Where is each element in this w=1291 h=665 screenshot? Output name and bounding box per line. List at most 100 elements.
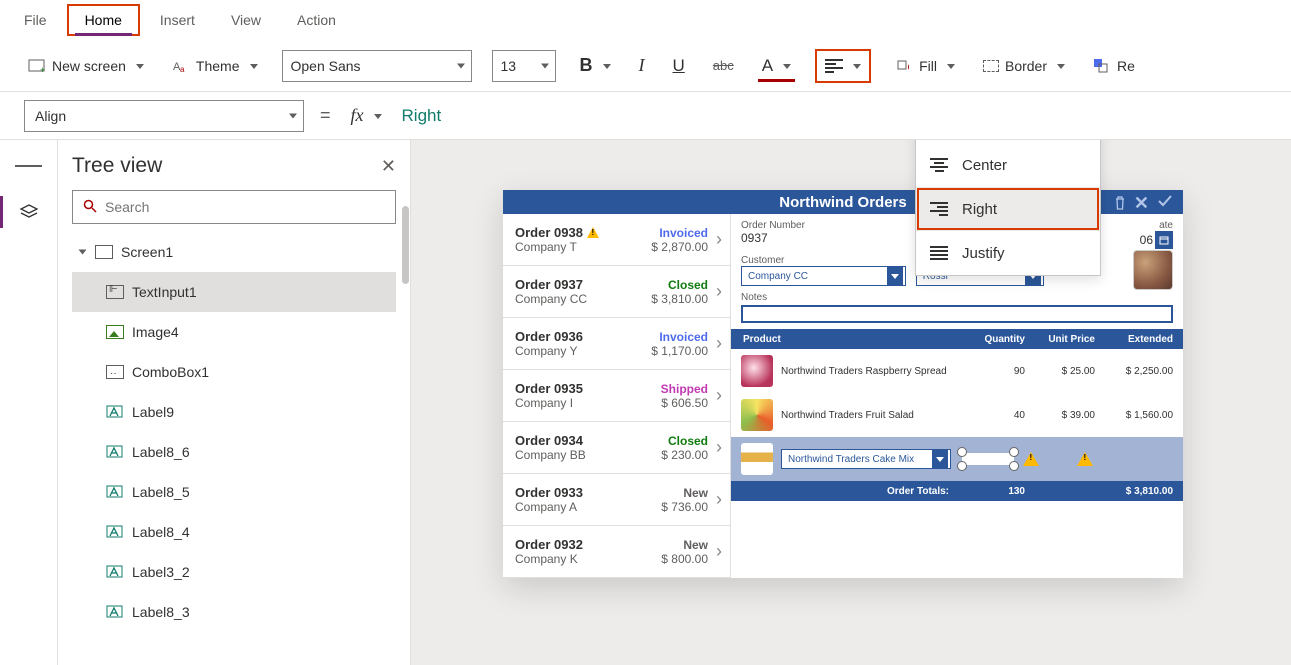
order-row[interactable]: Order 0938Company TInvoiced$ 2,870.00›: [503, 214, 730, 266]
order-row[interactable]: Order 0937Company CCClosed$ 3,810.00›: [503, 266, 730, 318]
tree-item-label: Image4: [132, 324, 179, 340]
order-row[interactable]: Order 0936Company YInvoiced$ 1,170.00›: [503, 318, 730, 370]
product-qty: 90: [965, 366, 1025, 377]
close-icon[interactable]: ✕: [381, 156, 396, 177]
new-product-row[interactable]: Northwind Traders Cake Mix: [731, 437, 1183, 481]
notes-input[interactable]: [741, 305, 1173, 323]
strikethrough-button[interactable]: abc: [709, 54, 738, 77]
menu-insert[interactable]: Insert: [144, 6, 211, 34]
menu-view[interactable]: View: [215, 6, 277, 34]
underline-button[interactable]: U: [669, 52, 689, 80]
border-label: Border: [1005, 58, 1047, 74]
chevron-down-icon: [289, 113, 297, 118]
fx-button[interactable]: fx: [347, 101, 386, 130]
align-center-option[interactable]: Center: [916, 143, 1100, 187]
product-name: Northwind Traders Fruit Salad: [781, 410, 965, 421]
formula-bar: Align = fx Right: [0, 92, 1291, 140]
calendar-icon[interactable]: [1155, 231, 1173, 249]
tree-item-label9[interactable]: Label9: [72, 392, 396, 432]
font-family-select[interactable]: Open Sans: [282, 50, 472, 82]
tree-item-label8-4[interactable]: Label8_4: [72, 512, 396, 552]
tree-item-label3-2[interactable]: Label3_2: [72, 552, 396, 592]
layers-icon: [19, 204, 39, 220]
theme-button[interactable]: Aa Theme: [168, 53, 262, 79]
tree-item-textinput1[interactable]: TextInput1: [72, 272, 396, 312]
canvas[interactable]: Left Center Right Justify Northwind Orde…: [411, 140, 1291, 665]
border-button[interactable]: Border: [979, 54, 1069, 78]
chevron-right-icon: ›: [716, 437, 722, 458]
fill-button[interactable]: Fill: [891, 53, 959, 79]
close-icon[interactable]: ✕: [1134, 193, 1149, 214]
chevron-down-icon: [132, 58, 144, 74]
search-input[interactable]: [105, 199, 385, 215]
product-row[interactable]: Northwind Traders Raspberry Spread90$ 25…: [731, 349, 1183, 393]
header-product: Product: [741, 334, 965, 345]
expand-icon[interactable]: [79, 250, 87, 255]
tree-item-label8-3[interactable]: Label8_3: [72, 592, 396, 632]
totals-qty: 130: [965, 486, 1025, 497]
property-select[interactable]: Align: [24, 100, 304, 132]
order-row[interactable]: Order 0933Company ANew$ 736.00›: [503, 474, 730, 526]
warning-icon: [587, 227, 599, 238]
align-option-label: Justify: [962, 245, 1005, 262]
tree-item-combobox1[interactable]: ComboBox1: [72, 352, 396, 392]
font-family-value: Open Sans: [291, 58, 361, 74]
image-icon: [106, 325, 124, 339]
align-justify-option[interactable]: Justify: [916, 231, 1100, 275]
label-icon: [106, 405, 124, 419]
chevron-right-icon: ›: [716, 385, 722, 406]
label-notes: Notes: [741, 292, 1173, 303]
align-dropdown: Left Center Right Justify: [915, 140, 1101, 276]
align-right-option[interactable]: Right: [916, 187, 1100, 231]
tree-item-screen1[interactable]: Screen1: [72, 232, 396, 272]
product-unit: $ 39.00: [1025, 410, 1095, 421]
header-qty: Quantity: [965, 334, 1025, 345]
hamburger-icon[interactable]: [15, 152, 43, 180]
order-row[interactable]: Order 0932Company KNew$ 800.00›: [503, 526, 730, 578]
text-align-button[interactable]: [815, 49, 871, 83]
font-color-button[interactable]: A: [758, 52, 795, 80]
chevron-down-icon: [1053, 58, 1065, 74]
search-icon: [83, 199, 97, 216]
menu-bar: File Home Insert View Action: [0, 0, 1291, 40]
font-size-select[interactable]: 13: [492, 50, 556, 82]
order-row[interactable]: Order 0934Company BBClosed$ 230.00›: [503, 422, 730, 474]
theme-label: Theme: [196, 58, 240, 74]
bold-button[interactable]: B: [576, 51, 615, 80]
products-list: Northwind Traders Raspberry Spread90$ 25…: [731, 349, 1183, 437]
border-icon: [983, 60, 999, 72]
product-name: Northwind Traders Raspberry Spread: [781, 366, 965, 377]
formula-value[interactable]: Right: [402, 106, 442, 126]
menu-file[interactable]: File: [8, 6, 63, 34]
orders-list[interactable]: Order 0938Company TInvoiced$ 2,870.00›Or…: [503, 214, 731, 578]
customer-select[interactable]: Company CC: [741, 266, 906, 286]
scrollbar-thumb[interactable]: [402, 206, 409, 284]
product-row[interactable]: Northwind Traders Fruit Salad40$ 39.00$ …: [731, 393, 1183, 437]
tree-item-image4[interactable]: Image4: [72, 312, 396, 352]
order-row[interactable]: Order 0935Company IShipped$ 606.50›: [503, 370, 730, 422]
theme-icon: Aa: [172, 57, 190, 75]
chevron-down-icon: [246, 58, 258, 74]
selection-handles[interactable]: [957, 449, 1019, 469]
menu-home[interactable]: Home: [67, 4, 140, 36]
product-image: [741, 443, 773, 475]
new-product-select[interactable]: Northwind Traders Cake Mix: [781, 449, 951, 469]
check-icon[interactable]: [1157, 194, 1173, 212]
combobox-icon: [106, 365, 124, 379]
menu-action[interactable]: Action: [281, 6, 352, 34]
color-bar: [758, 79, 795, 82]
chevron-down-icon: [541, 63, 549, 68]
tree-item-label8-5[interactable]: Label8_5: [72, 472, 396, 512]
new-screen-button[interactable]: + New screen: [24, 53, 148, 79]
tree-view-tab[interactable]: [15, 198, 43, 226]
fill-label: Fill: [919, 58, 937, 74]
tree-search-box[interactable]: [72, 190, 396, 224]
reorder-button[interactable]: Re: [1089, 53, 1139, 79]
product-ext: $ 1,560.00: [1095, 410, 1173, 421]
italic-button[interactable]: I: [635, 51, 649, 80]
trash-icon[interactable]: [1113, 195, 1127, 215]
tree-item-label8-6[interactable]: Label8_6: [72, 432, 396, 472]
totals-ext: $ 3,810.00: [1095, 486, 1173, 497]
chevron-right-icon: ›: [716, 229, 722, 250]
align-center-icon: [930, 156, 948, 174]
